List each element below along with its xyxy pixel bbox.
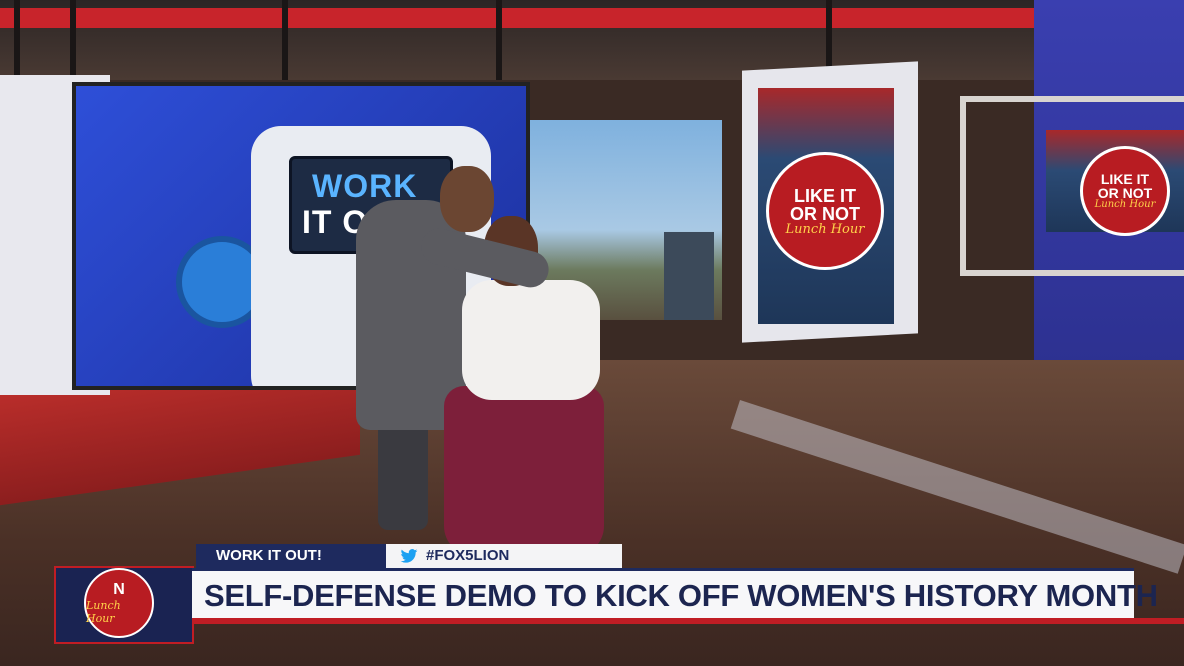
headline-text: SELF-DEFENSE DEMO TO KICK OFF WOMEN'S HI… xyxy=(204,577,1158,613)
hashtag-bar: #FOX5LION xyxy=(386,544,622,568)
twitter-bird-icon xyxy=(400,549,418,563)
shelf-logo: LIKE IT OR NOT Lunch Hour xyxy=(1080,146,1170,236)
lighting-truss xyxy=(282,0,288,80)
promo-logo-line2: OR NOT xyxy=(790,203,860,224)
segment-tag: WORK IT OUT! xyxy=(196,544,386,568)
ceiling-red-stripe xyxy=(0,8,1070,28)
lower-third-red-underline xyxy=(192,618,1184,624)
promo-logo-line1: LIKE IT xyxy=(794,185,856,206)
shelf-logo-line3: Lunch Hour xyxy=(1094,199,1156,210)
shelf-logo-line1: LIKE IT xyxy=(1100,171,1150,187)
show-logo-mark: N xyxy=(113,581,125,598)
hashtag-text: #FOX5LION xyxy=(426,547,510,564)
woman-participant xyxy=(462,280,600,400)
city-building xyxy=(664,232,714,320)
lower-third-top-bar: WORK IT OUT! #FOX5LION xyxy=(196,544,622,568)
lighting-truss xyxy=(70,0,76,80)
woman-legs xyxy=(444,386,604,556)
show-logo-disc: N Lunch Hour xyxy=(84,568,154,638)
man-head xyxy=(440,166,494,232)
lighting-truss xyxy=(496,0,502,80)
show-logo: N Lunch Hour xyxy=(72,568,168,640)
show-logo-script: Lunch Hour xyxy=(86,599,121,625)
lower-third-headline-bar: SELF-DEFENSE DEMO TO KICK OFF WOMEN'S HI… xyxy=(192,568,1158,620)
promo-logo-line3: Lunch Hour xyxy=(785,221,865,237)
lighting-truss xyxy=(14,0,20,80)
promo-logo: LIKE IT OR NOT Lunch Hour xyxy=(766,152,884,270)
shelf-logo-line2: OR NOT xyxy=(1097,185,1153,201)
man-legs xyxy=(378,420,428,530)
